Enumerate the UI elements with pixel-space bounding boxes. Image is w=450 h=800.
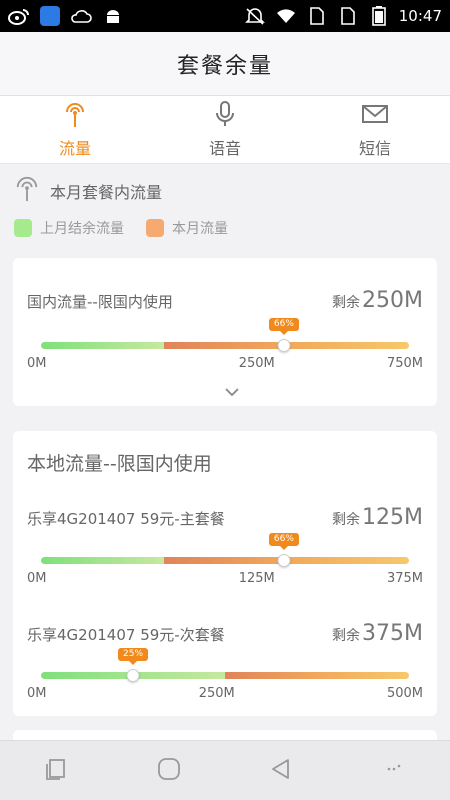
- usage-bar: 66%: [41, 533, 409, 567]
- back-button[interactable]: [261, 751, 301, 791]
- back-icon: [269, 757, 293, 785]
- remaining-amount: 剩余250M: [332, 288, 423, 313]
- tab-sms-label: 短信: [358, 139, 391, 158]
- card-title: 本地流量--限国内使用: [27, 453, 212, 475]
- home-button[interactable]: [149, 751, 189, 791]
- navigation-bar: [0, 740, 450, 800]
- page-title: 套餐余量: [176, 53, 273, 79]
- remaining-amount: 剩余125M: [332, 505, 423, 530]
- tick-label: 500M: [386, 686, 423, 701]
- local-data-card: 本地流量--限国内使用 乐享4G201407 59元-主套餐 剩余125M 66…: [13, 431, 437, 716]
- tab-voice-label: 语音: [208, 139, 241, 158]
- percent-tip: 66%: [268, 318, 299, 331]
- recent-apps-icon: [44, 757, 68, 785]
- tick-label: 0M: [27, 686, 47, 701]
- usage-bar: 66%: [41, 318, 409, 352]
- menu-dots-icon: [384, 759, 404, 783]
- status-time: 10:47: [398, 7, 442, 25]
- remaining-amount: 剩余375M: [332, 621, 423, 646]
- row-header: 乐享4G201407 59元-次套餐 剩余375M: [27, 621, 423, 646]
- microphone-icon: [211, 100, 239, 132]
- section-title: 本月套餐内流量: [50, 183, 163, 202]
- bar-segment-last: [41, 342, 164, 349]
- legend-swatch-last: [14, 219, 32, 237]
- bar-segment-last: [41, 557, 164, 564]
- tab-data-label: 流量: [58, 139, 91, 158]
- percent-tip: 25%: [117, 648, 149, 661]
- bar-knob: [126, 669, 140, 682]
- legend-swatch-this: [146, 219, 164, 237]
- national-data-card[interactable]: 国内流量--限国内使用 剩余250M 66% 0M 250M 750M: [13, 258, 437, 406]
- home-icon: [156, 756, 182, 786]
- legend-last-label: 上月结余流量: [40, 221, 124, 237]
- tab-bar: 流量 语音 短信: [0, 96, 450, 164]
- percent-tip: 66%: [268, 533, 299, 546]
- tick-label: 0M: [27, 356, 47, 371]
- cloud-app-icon: [40, 6, 60, 26]
- row-label: 乐享4G201407 59元-次套餐: [27, 626, 225, 644]
- legend: 上月结余流量 本月流量: [14, 218, 434, 238]
- android-icon: [102, 7, 124, 25]
- row-label: 国内流量--限国内使用: [27, 293, 173, 311]
- tick-label: 375M: [386, 571, 423, 586]
- menu-button[interactable]: [374, 751, 414, 791]
- bar-segment-this: [225, 672, 409, 679]
- bar-ticks: 0M 250M 500M: [27, 686, 423, 701]
- tick-label: 250M: [238, 356, 275, 371]
- usage-bar: 25%: [41, 648, 409, 682]
- recent-apps-button[interactable]: [36, 751, 76, 791]
- section-header: 本月套餐内流量 上月结余流量 本月流量: [14, 176, 434, 238]
- tick-label: 250M: [198, 686, 235, 701]
- cloud-icon: [70, 7, 92, 25]
- bar-knob: [277, 554, 291, 567]
- tick-label: 750M: [386, 356, 423, 371]
- bar-ticks: 0M 250M 750M: [27, 356, 423, 371]
- signal-tower-icon: [14, 176, 40, 206]
- chevron-down-icon[interactable]: [225, 382, 239, 397]
- bar-ticks: 0M 125M 375M: [27, 571, 423, 586]
- title-bar: 套餐余量: [0, 32, 450, 96]
- row-header: 乐享4G201407 59元-主套餐 剩余125M: [27, 505, 423, 530]
- envelope-icon: [361, 100, 389, 132]
- tab-sms[interactable]: 短信: [300, 96, 450, 163]
- legend-this-label: 本月流量: [172, 221, 228, 237]
- row-header: 国内流量--限国内使用 剩余250M: [27, 288, 423, 313]
- wifi-icon: [275, 7, 297, 25]
- tab-voice[interactable]: 语音: [150, 96, 300, 163]
- sim2-icon: [337, 7, 359, 25]
- signal-tower-icon: [61, 100, 89, 132]
- mute-icon: [244, 7, 266, 25]
- row-label: 乐享4G201407 59元-主套餐: [27, 510, 225, 528]
- status-bar: 10:47: [0, 0, 450, 32]
- bar-knob: [277, 339, 291, 352]
- sim1-icon: [306, 7, 328, 25]
- weibo-icon: [8, 7, 30, 25]
- battery-icon: [368, 6, 390, 26]
- tick-label: 0M: [27, 571, 47, 586]
- tick-label: 125M: [238, 571, 275, 586]
- tab-data[interactable]: 流量: [0, 96, 150, 163]
